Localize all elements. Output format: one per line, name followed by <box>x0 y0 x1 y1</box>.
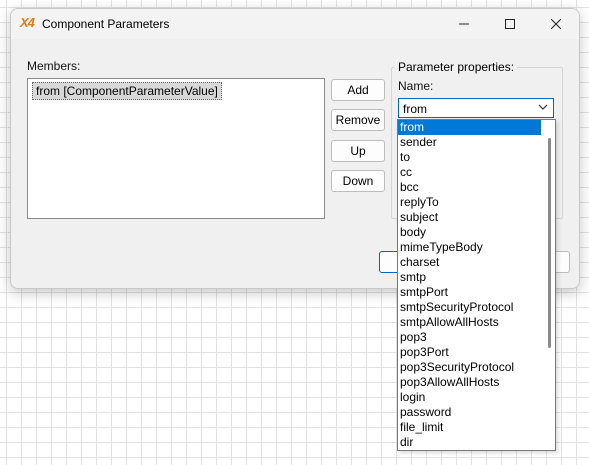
chevron-down-icon <box>538 104 548 110</box>
dropdown-option-from[interactable]: from <box>398 120 541 135</box>
maximize-icon <box>505 19 515 29</box>
close-icon <box>551 19 561 29</box>
dropdown-option-password[interactable]: password <box>398 405 541 420</box>
dropdown-option-body[interactable]: body <box>398 225 541 240</box>
dropdown-option-file-limit[interactable]: file_limit <box>398 420 541 435</box>
dropdown-option-sender[interactable]: sender <box>398 135 541 150</box>
dropdown-option-smtpsecurityprotocol[interactable]: smtpSecurityProtocol <box>398 300 541 315</box>
dropdown-option-mimetypebody[interactable]: mimeTypeBody <box>398 240 541 255</box>
members-label: Members: <box>27 59 81 73</box>
parameter-properties-label: Parameter properties: <box>395 60 518 74</box>
title-bar[interactable]: X4 Component Parameters <box>11 9 579 39</box>
dropdown-option-subject[interactable]: subject <box>398 210 541 225</box>
remove-button[interactable]: Remove <box>331 109 385 131</box>
members-list[interactable]: from [ComponentParameterValue] <box>27 78 325 219</box>
dropdown-option-to[interactable]: to <box>398 150 541 165</box>
dropdown-option-charset[interactable]: charset <box>398 255 541 270</box>
maximize-button[interactable] <box>487 9 533 39</box>
up-button[interactable]: Up <box>331 140 385 162</box>
dropdown-option-dir[interactable]: dir <box>398 435 541 450</box>
dropdown-option-smtp[interactable]: smtp <box>398 270 541 285</box>
dropdown-option-cc[interactable]: cc <box>398 165 541 180</box>
member-item[interactable]: from [ComponentParameterValue] <box>32 82 222 100</box>
dropdown-scrollbar[interactable] <box>548 138 551 348</box>
dropdown-option-smtpallowallhosts[interactable]: smtpAllowAllHosts <box>398 315 541 330</box>
name-label: Name: <box>398 79 434 93</box>
window-title: Component Parameters <box>42 17 170 31</box>
dropdown-option-bcc[interactable]: bcc <box>398 180 541 195</box>
name-combobox-value: from <box>403 102 427 116</box>
name-combobox[interactable]: from <box>398 98 554 118</box>
name-dropdown-list[interactable]: from sender to cc bcc replyTo subject bo… <box>397 119 556 451</box>
minimize-button[interactable] <box>441 9 487 39</box>
app-logo: X4 <box>20 15 35 30</box>
down-button[interactable]: Down <box>331 170 385 192</box>
minimize-icon <box>459 23 469 25</box>
close-button[interactable] <box>533 9 579 39</box>
dropdown-option-replyto[interactable]: replyTo <box>398 195 541 210</box>
dropdown-option-pop3port[interactable]: pop3Port <box>398 345 541 360</box>
dropdown-option-pop3[interactable]: pop3 <box>398 330 541 345</box>
dropdown-option-pop3allowallhosts[interactable]: pop3AllowAllHosts <box>398 375 541 390</box>
dropdown-option-pop3securityprotocol[interactable]: pop3SecurityProtocol <box>398 360 541 375</box>
add-button[interactable]: Add <box>331 79 385 101</box>
dropdown-option-login[interactable]: login <box>398 390 541 405</box>
dropdown-option-smtpport[interactable]: smtpPort <box>398 285 541 300</box>
